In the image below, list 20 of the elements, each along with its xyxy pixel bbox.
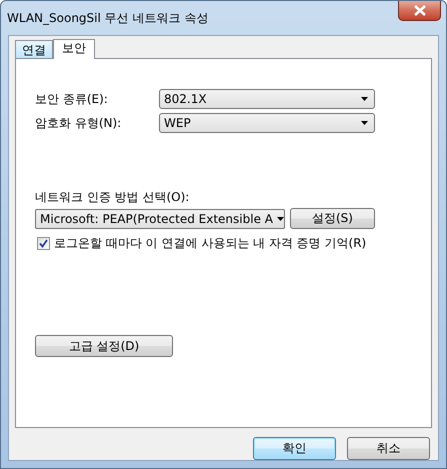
dropdown-arrow-icon [276,216,284,220]
checkbox[interactable] [37,237,50,250]
ok-button[interactable]: 확인 [253,437,336,460]
close-icon [414,5,426,16]
cancel-button[interactable]: 취소 [347,437,430,460]
checkbox-label: 로그온할 때마다 이 연결에 사용되는 내 자격 증명 기억(R) [54,235,366,252]
close-button[interactable] [398,1,441,21]
field-label: 네트워크 인증 방법 선택(O): [35,189,190,206]
field-label: 보안 종류(E): [35,90,109,108]
tab[interactable]: 보안 [53,39,95,59]
dropdown-arrow-icon [361,97,368,101]
dropdown-arrow-icon [361,121,368,125]
tab[interactable]: 연결 [15,40,53,58]
advanced-settings-button[interactable]: 고급 설정(D) [35,335,173,357]
window-title: WLAN_SoongSil 무선 네트워크 속성 [7,10,208,27]
settings-button[interactable]: 설정(S) [290,208,375,229]
dropdown[interactable]: Microsoft: PEAP(Protected Extensible A [35,208,285,228]
dropdown[interactable]: WEP [159,113,375,133]
dropdown[interactable]: 802.1X [159,89,375,109]
field-label: 암호화 유형(N): [35,114,122,132]
